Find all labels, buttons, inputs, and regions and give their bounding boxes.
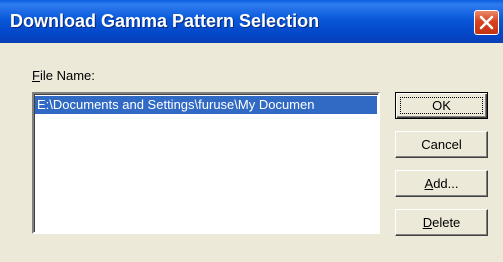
cancel-button-label: Cancel [421,137,461,152]
ok-button-label: OK [432,98,451,113]
file-name-listbox[interactable]: E:\Documents and Settings\furuse\My Docu… [32,92,380,234]
delete-accel: D [422,215,433,230]
add-text: dd... [433,176,459,191]
file-name-label: File Name: [32,68,95,83]
title-bar: Download Gamma Pattern Selection [0,0,503,43]
close-x-icon [479,15,494,30]
list-item[interactable]: E:\Documents and Settings\furuse\My Docu… [35,96,377,114]
delete-text: elete [432,215,461,230]
add-button-label: Add... [425,176,459,191]
add-button[interactable]: Add... [395,170,488,197]
file-name-label-text: ile Name: [39,68,95,83]
close-button[interactable] [474,10,499,35]
ok-button[interactable]: OK [395,92,488,119]
cancel-text: Cancel [421,137,462,152]
window-title: Download Gamma Pattern Selection [10,11,320,31]
ok-text: OK [432,98,451,113]
add-accel: A [424,176,434,191]
delete-button-label: Delete [423,215,461,230]
delete-button[interactable]: Delete [395,209,488,236]
cancel-button[interactable]: Cancel [395,131,488,158]
file-name-label-accel: F [32,68,40,83]
